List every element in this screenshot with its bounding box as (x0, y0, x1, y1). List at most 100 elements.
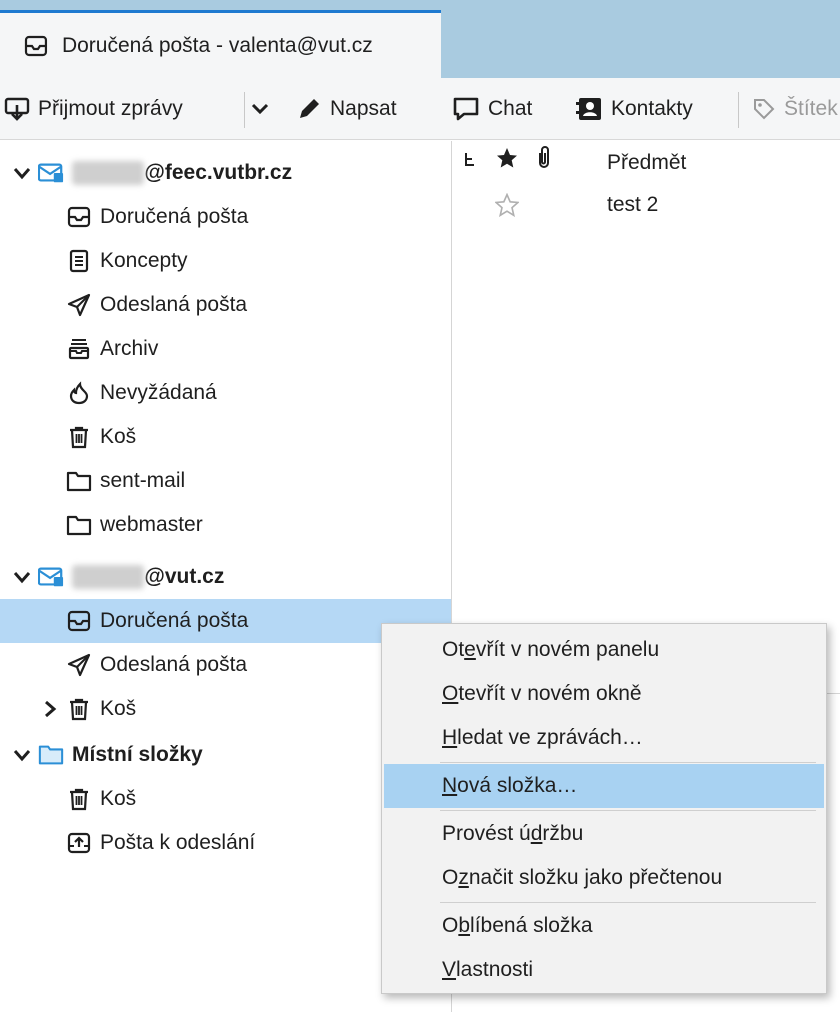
folder-drafts[interactable]: Koncepty (0, 239, 451, 283)
thread-column-icon[interactable] (463, 149, 477, 179)
folder-label: sent-mail (100, 469, 186, 492)
subject-column-header[interactable]: Předmět (607, 151, 686, 175)
folder-label: Doručená pošta (100, 205, 249, 228)
menu-mark-folder-read[interactable]: Oz načit složku jako přečtenou (384, 856, 824, 900)
contacts-button[interactable]: Kontakty (575, 78, 693, 140)
inbox-icon (66, 204, 92, 230)
download-mail-icon (4, 97, 30, 121)
chat-button[interactable]: Chat (452, 78, 532, 140)
folder-label: Odeslaná pošta (100, 653, 248, 676)
get-messages-button[interactable]: Přijmout zprávy (4, 78, 183, 140)
account-name: @feec.vutbr.cz (144, 161, 293, 184)
menu-text: ledat ve zprávách… (457, 726, 643, 749)
menu-search-messages[interactable]: Hledat ve zprávách… (384, 716, 824, 760)
folder-context-menu: Ot e vřít v novém panelu Otevřít v novém o… (381, 623, 827, 994)
chat-icon (453, 97, 479, 121)
folder-label: Koš (100, 787, 137, 810)
paper-plane-icon (66, 652, 92, 678)
tag-icon (754, 99, 775, 120)
folder-trash[interactable]: Koš (0, 415, 451, 459)
menu-open-in-new-window[interactable]: Otevřít v novém okně (384, 672, 824, 716)
inbox-icon (66, 608, 92, 634)
toolbar-separator (244, 92, 245, 128)
folder-label: Koš (100, 697, 137, 720)
flame-icon (66, 380, 92, 406)
menu-separator (440, 762, 816, 763)
menu-favorite-folder[interactable]: Ob líbená složka (384, 904, 824, 948)
folder-sent[interactable]: Odeslaná pošta (0, 283, 451, 327)
tag-button[interactable]: Štítek (752, 78, 838, 140)
tab-title: Doručená pošta - valenta@vut.cz (61, 33, 373, 57)
attachment-column-icon[interactable] (535, 145, 553, 177)
menu-text: líbená složka (470, 914, 593, 937)
address-book-icon (576, 98, 601, 120)
paper-plane-icon (66, 292, 92, 318)
write-label: Napsat (330, 97, 397, 120)
message-row[interactable]: test 2 (453, 185, 840, 225)
get-messages-dropdown[interactable] (249, 78, 271, 140)
pencil-icon (300, 99, 319, 118)
drafts-icon (66, 248, 92, 274)
get-messages-label: Přijmout zprávy (38, 97, 183, 120)
folder-label: Koš (100, 425, 137, 448)
account-feec[interactable]: valenta@feec.vutbr.cz (0, 151, 451, 195)
mail-account-icon (38, 160, 64, 186)
inbox-icon (24, 35, 48, 56)
mail-account-icon (38, 564, 64, 590)
menu-text: vřít v novém panelu (475, 638, 660, 661)
menu-open-in-new-tab[interactable]: Ot e vřít v novém panelu (384, 628, 824, 672)
chat-label: Chat (488, 97, 533, 120)
folder-icon (66, 468, 92, 494)
menu-separator (440, 810, 816, 811)
menu-text: O (442, 914, 459, 937)
tag-label: Štítek (784, 97, 838, 120)
account-name-redacted: valenta (72, 161, 145, 185)
menu-text: tevřít v novém okně (458, 682, 642, 705)
outbox-icon (66, 830, 92, 856)
menu-accesskey: H (442, 726, 458, 749)
menu-new-folder[interactable]: Nová složka… (384, 764, 824, 808)
menu-text: Provést ú (442, 822, 531, 845)
star-column-icon[interactable] (496, 147, 518, 175)
toolbar: Přijmout zprávy Napsat Chat Kontakty Ští… (0, 78, 840, 140)
write-button[interactable]: Napsat (296, 78, 397, 140)
menu-text: Ot (442, 638, 465, 661)
menu-text: ržbu (542, 822, 584, 845)
menu-accesskey: b (458, 914, 471, 937)
chevron-down-icon (251, 103, 269, 115)
menu-accesskey: V (442, 958, 457, 981)
toolbar-separator (738, 92, 739, 128)
local-folder-icon (38, 742, 64, 768)
folder-inbox[interactable]: Doručená pošta (0, 195, 451, 239)
menu-accesskey: e (464, 638, 476, 661)
menu-accesskey: N (442, 774, 458, 797)
menu-accesskey: O (442, 682, 459, 705)
chevron-down-icon[interactable] (12, 163, 32, 183)
folder-label: webmaster (100, 513, 203, 536)
folder-junk[interactable]: Nevyžádaná (0, 371, 451, 415)
account-vut[interactable]: valenta@vut.cz (0, 555, 451, 599)
menu-accesskey: d (530, 822, 543, 845)
folder-label: Odeslaná pošta (100, 293, 248, 316)
folder-sent-mail[interactable]: sent-mail (0, 459, 451, 503)
message-subject: test 2 (607, 193, 659, 216)
trash-icon (66, 786, 92, 812)
folder-archive[interactable]: Archiv (0, 327, 451, 371)
star-empty-icon[interactable] (494, 192, 520, 222)
folder-label: Koncepty (100, 249, 188, 272)
chevron-down-icon[interactable] (12, 567, 32, 587)
account-name: @vut.cz (144, 565, 225, 588)
folder-webmaster[interactable]: webmaster (0, 503, 451, 547)
chevron-down-icon[interactable] (12, 745, 32, 765)
menu-properties[interactable]: Vlastnosti (384, 948, 824, 992)
account-name-redacted: valenta (72, 565, 145, 589)
folder-icon (66, 512, 92, 538)
tab-inbox[interactable]: Doručená pošta - valenta@vut.cz (0, 10, 441, 78)
menu-accesskey: z (458, 866, 469, 889)
contacts-label: Kontakty (611, 97, 693, 120)
folder-label: Doručená pošta (100, 609, 249, 632)
menu-compact[interactable]: Provést ú d ržbu (384, 812, 824, 856)
menu-separator (440, 902, 816, 903)
chevron-right-icon[interactable] (40, 699, 60, 719)
menu-text: lastnosti (456, 958, 534, 981)
